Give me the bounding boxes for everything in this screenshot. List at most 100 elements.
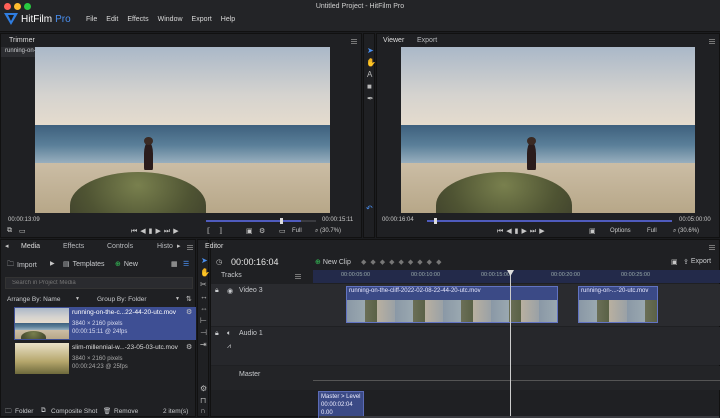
panel-collapse-icon[interactable]: ◂	[5, 242, 9, 250]
group-by-select[interactable]: Group By: Folder	[97, 296, 147, 303]
lock-icon[interactable]: 🔒︎	[215, 330, 219, 338]
viewer-playhead[interactable]	[434, 218, 437, 224]
tab-trimmer[interactable]: Trimmer	[9, 37, 35, 44]
sort-icon[interactable]: ⇅	[186, 295, 192, 303]
menu-effects[interactable]: Effects	[127, 16, 148, 23]
viewer-scrub-bar[interactable]	[427, 218, 672, 224]
lock-icon[interactable]: 🔒︎	[215, 287, 219, 295]
composite-shot-button[interactable]: Composite Shot	[51, 408, 97, 415]
media-menu-icon[interactable]	[187, 245, 193, 250]
folder-button[interactable]: Folder	[15, 408, 33, 415]
logo-text: HitFilm	[21, 13, 53, 25]
trimmer-video-frame[interactable]	[35, 47, 330, 213]
roll-tool-icon[interactable]: ⊣	[200, 328, 207, 337]
undo-view-icon[interactable]: ↶	[366, 204, 373, 213]
eye-icon[interactable]: ◉	[227, 287, 233, 295]
viewer-quality-select[interactable]: Full	[647, 228, 657, 234]
new-clip-button[interactable]: ⊕ New Clip	[315, 258, 351, 267]
arrange-dropdown-icon[interactable]: ▼	[75, 296, 80, 302]
text-tool-icon[interactable]: A	[367, 70, 372, 79]
hand-tool-icon[interactable]: ✋	[200, 268, 210, 277]
master-track: Master	[211, 366, 720, 390]
trash-icon[interactable]: 🗑	[103, 407, 111, 415]
viewer-transport-controls[interactable]: ⏮◀▮▶⏭▶	[497, 227, 548, 236]
tabs-overflow-icon[interactable]: ▸	[177, 242, 181, 250]
remove-button[interactable]: Remove	[114, 408, 138, 415]
import-button[interactable]: 🗀 Import	[7, 260, 37, 271]
ripple-tool-icon[interactable]: ⊢	[200, 316, 207, 325]
trimmer-quality-select[interactable]: Full	[292, 228, 302, 234]
tab-editor[interactable]: Editor	[205, 243, 223, 250]
trimmer-scrub-bar[interactable]	[206, 218, 316, 224]
speaker-icon[interactable]: 🔈︎	[227, 330, 231, 338]
templates-button[interactable]: ▤ Templates	[63, 260, 105, 269]
grid-view-icon[interactable]: ▦	[171, 260, 178, 268]
trimmer-menu-icon[interactable]	[351, 39, 357, 44]
trimmer-settings-icon[interactable]: ⚙	[259, 227, 265, 235]
tab-export[interactable]: Export	[417, 37, 437, 44]
viewer-zoom-select[interactable]: ⌕ (30.6%)	[673, 228, 699, 235]
arrange-by-select[interactable]: Arrange By: Name	[7, 296, 60, 303]
gear-icon[interactable]: ⚙	[186, 308, 192, 316]
media-search-input[interactable]	[5, 277, 193, 289]
waveform-icon[interactable]: ⩘	[227, 343, 231, 351]
import-dropdown-icon[interactable]: ▶	[50, 260, 55, 267]
tab-effects[interactable]: Effects	[63, 243, 84, 250]
plus-icon: ⊕	[115, 261, 121, 268]
trimmer-mark-out-icon[interactable]: ⟧	[219, 227, 222, 235]
slide-tool-icon[interactable]: ⇔	[200, 304, 208, 313]
viewer-options-button[interactable]: Options	[610, 228, 631, 234]
keyframe-controls[interactable]: ◆◆◆◆◆◆◆◆◆	[361, 258, 445, 266]
trimmer-overlay-icon[interactable]: ▭	[19, 227, 26, 235]
menu-help[interactable]: Help	[221, 16, 235, 23]
new-folder-icon[interactable]: 🗀	[5, 407, 12, 418]
settings-icon[interactable]: ⚙	[200, 384, 207, 393]
hand-tool-icon[interactable]: ✋	[366, 58, 376, 67]
select-tool-icon[interactable]: ➤	[367, 46, 374, 55]
menu-file[interactable]: File	[86, 16, 97, 23]
menu-export[interactable]: Export	[192, 16, 212, 23]
render-icon[interactable]: ▣	[671, 258, 678, 266]
list-item[interactable]: slim-millennial-w...-23-05-03-utc.mov 38…	[14, 342, 196, 375]
list-view-icon[interactable]: ☰	[183, 260, 189, 268]
tab-media[interactable]: Media	[21, 243, 40, 250]
list-item[interactable]: running-on-the-c...22-44-20-utc.mov 3840…	[14, 307, 196, 340]
export-button[interactable]: ⇪ Export	[683, 258, 711, 266]
trimmer-mark-in-icon[interactable]: ⟦	[207, 227, 210, 235]
editor-menu-icon[interactable]	[709, 245, 715, 250]
rectangle-tool-icon[interactable]: ■	[367, 82, 372, 91]
timeline-ruler[interactable]: 00:00:05:00 00:00:10:00 00:00:15:00 00:0…	[313, 270, 720, 283]
media-item-duration: 00:00:24:23 @ 25fps	[72, 364, 128, 370]
editor-timecode[interactable]: 00:00:16:04	[231, 257, 279, 267]
trimmer-snapshot-icon[interactable]: ▣	[246, 227, 253, 235]
pen-tool-icon[interactable]: ✒	[367, 94, 374, 103]
trimmer-insert-icon[interactable]: ⧉	[7, 227, 12, 235]
viewer-menu-icon[interactable]	[709, 39, 715, 44]
magnet-icon[interactable]: ∩	[200, 406, 206, 415]
trimmer-zoom-select[interactable]: ⌕ (30.7%)	[315, 228, 341, 235]
timeline-clip[interactable]: running-on-...-20-utc.mov	[578, 286, 658, 323]
tab-history[interactable]: Histo	[157, 243, 173, 250]
timeline-clip[interactable]: running-on-the-cliff-2022-02-08-22-44-20…	[346, 286, 558, 323]
viewer-video-frame[interactable]	[401, 47, 695, 213]
master-level-line[interactable]	[313, 380, 720, 381]
rate-tool-icon[interactable]: ⇥	[200, 340, 207, 349]
razor-tool-icon[interactable]: ✂	[200, 280, 207, 289]
new-button[interactable]: ⊕ New	[115, 260, 138, 269]
snap-icon[interactable]: ⊓	[200, 396, 206, 405]
select-tool-icon[interactable]: ➤	[201, 256, 208, 265]
timeline-playhead[interactable]	[510, 270, 511, 418]
tab-viewer[interactable]: Viewer	[383, 37, 404, 44]
trimmer-playhead[interactable]	[280, 218, 283, 224]
menu-window[interactable]: Window	[158, 16, 183, 23]
tab-controls[interactable]: Controls	[107, 243, 133, 250]
gear-icon[interactable]: ⚙	[186, 343, 192, 351]
slip-tool-icon[interactable]: ↔	[200, 292, 208, 301]
trimmer-aspect-icon[interactable]: ▭	[279, 227, 286, 235]
viewer-snapshot-icon[interactable]: ▣	[589, 227, 596, 235]
composite-icon[interactable]: ⧉	[41, 407, 46, 415]
trimmer-transport-controls[interactable]: ⏮◀▮▶⏭▶	[131, 227, 182, 236]
tracks-menu-icon[interactable]	[295, 274, 301, 279]
menu-edit[interactable]: Edit	[106, 16, 118, 23]
group-dropdown-icon[interactable]: ▼	[175, 296, 180, 302]
